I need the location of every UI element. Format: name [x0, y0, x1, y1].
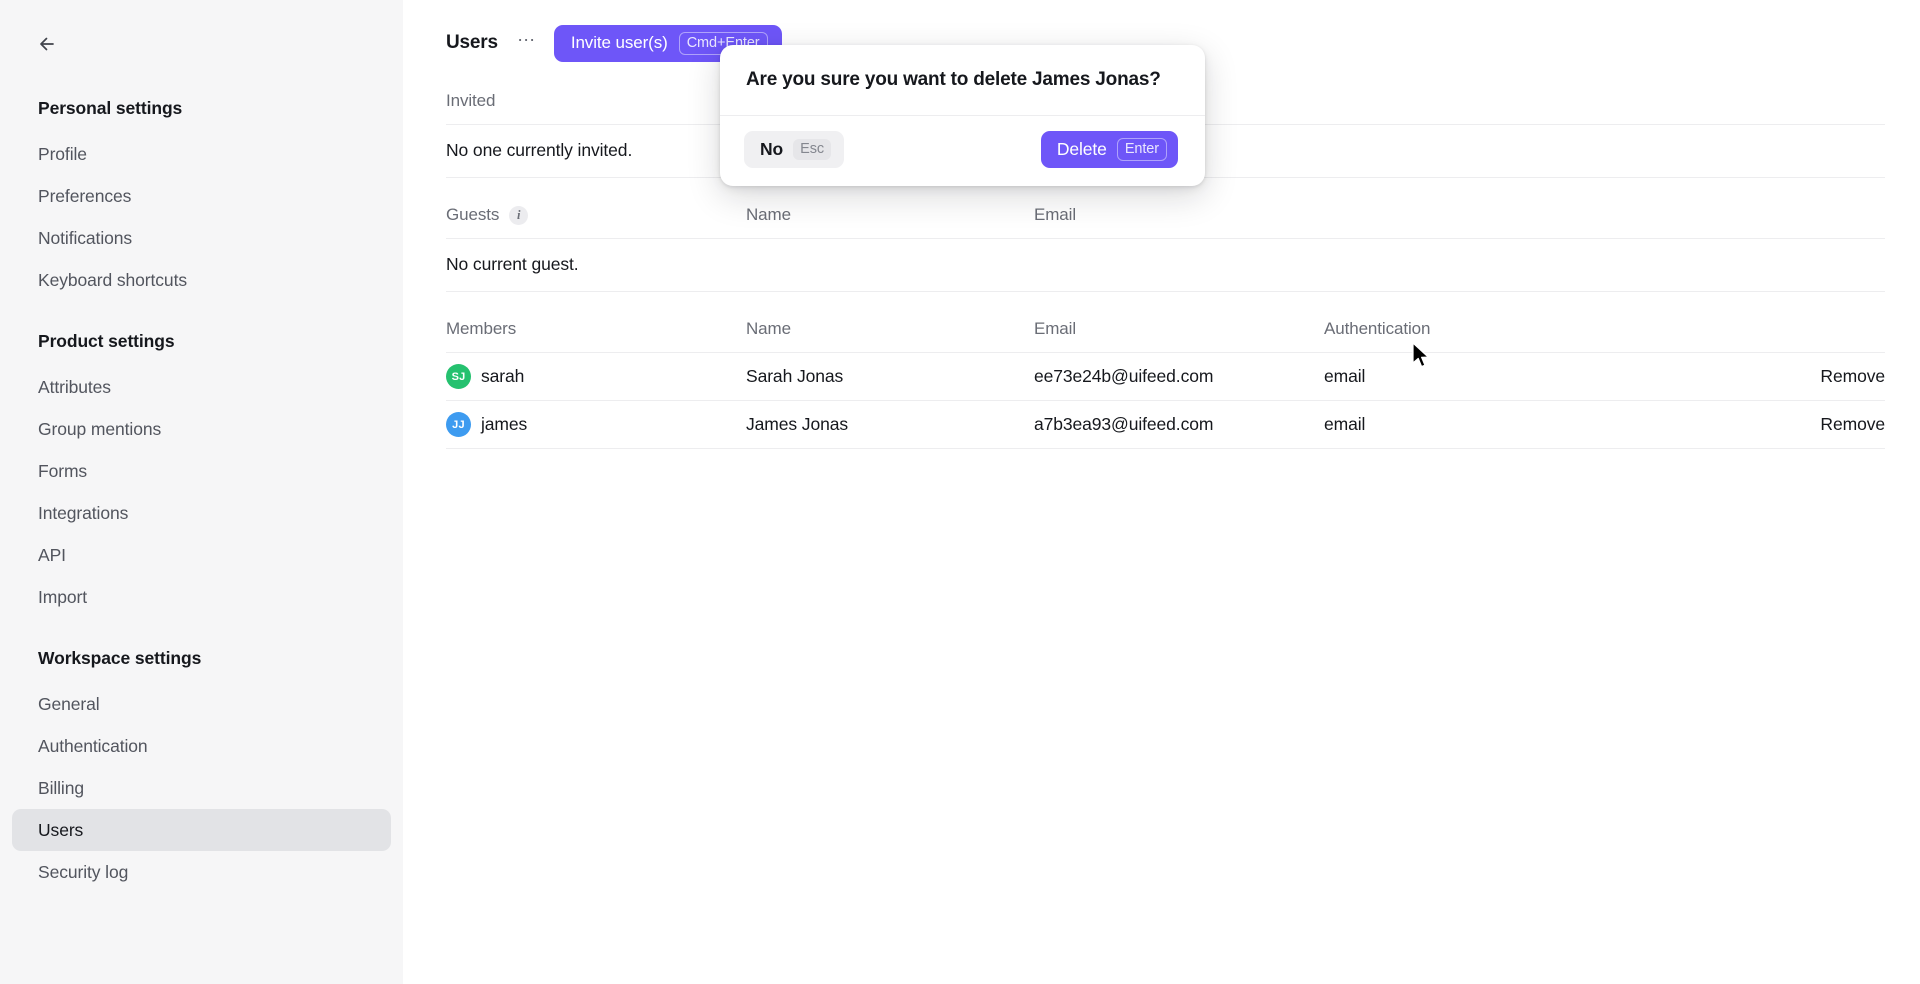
member-name: James Jonas [746, 414, 849, 434]
members-section: Members Name Email Authentication SJ sar… [446, 319, 1885, 449]
sidebar-item-label: Forms [38, 461, 88, 481]
table-row[interactable]: JJ james James Jonas a7b3ea93@uifeed.com… [446, 401, 1885, 449]
remove-member-button[interactable]: Remove [1820, 414, 1885, 434]
settings-page: Personal settings Profile Preferences No… [0, 0, 1920, 984]
nav-group-product-settings: Product settings Attributes Group mentio… [12, 331, 391, 618]
nav-group-title: Workspace settings [38, 648, 202, 668]
cancel-button-label: No [760, 139, 784, 160]
sidebar-item-label: Integrations [38, 503, 129, 523]
sidebar-item-profile[interactable]: Profile [12, 133, 391, 175]
confirm-delete-button[interactable]: Delete Enter [1040, 131, 1178, 169]
sidebar-item-label: API [38, 545, 66, 565]
guests-empty-text: No current guest. [446, 239, 1885, 292]
arrow-left-icon [36, 33, 58, 55]
sidebar-item-notifications[interactable]: Notifications [12, 217, 391, 259]
member-name: Sarah Jonas [746, 366, 844, 386]
invited-heading: Invited [446, 91, 496, 110]
info-icon[interactable]: i [509, 205, 529, 225]
sidebar-item-label: Attributes [38, 377, 111, 397]
member-username: sarah [481, 366, 525, 386]
members-header-row: Members Name Email Authentication [446, 319, 1885, 353]
settings-sidebar: Personal settings Profile Preferences No… [0, 0, 403, 984]
guests-header-row: Guests i Name Email [446, 205, 1885, 239]
confirm-delete-label: Delete [1056, 139, 1107, 160]
guests-column-email: Email [1034, 205, 1077, 224]
sidebar-item-api[interactable]: API [12, 534, 391, 576]
member-username: james [481, 414, 528, 434]
sidebar-item-label: Security log [38, 862, 129, 882]
sidebar-item-label: Users [38, 820, 84, 840]
sidebar-item-label: Profile [38, 144, 87, 164]
delete-confirmation-dialog: Are you sure you want to delete James Jo… [720, 45, 1205, 187]
members-column-authentication: Authentication [1324, 319, 1431, 338]
guests-column-name: Name [746, 205, 791, 224]
sidebar-item-label: Preferences [38, 186, 132, 206]
sidebar-item-users[interactable]: Users [12, 809, 391, 851]
member-authentication: email [1324, 414, 1366, 434]
sidebar-item-integrations[interactable]: Integrations [12, 492, 391, 534]
members-column-email: Email [1034, 319, 1077, 338]
ellipsis-icon[interactable]: ⋯ [514, 30, 540, 56]
nav-group-title: Personal settings [38, 98, 183, 118]
cancel-button-shortcut: Esc [793, 139, 832, 161]
sidebar-item-group-mentions[interactable]: Group mentions [12, 408, 391, 450]
sidebar-item-preferences[interactable]: Preferences [12, 175, 391, 217]
sidebar-item-billing[interactable]: Billing [12, 767, 391, 809]
member-email: ee73e24b@uifeed.com [1034, 366, 1214, 386]
sidebar-item-label: Import [38, 587, 87, 607]
confirm-delete-shortcut: Enter [1116, 138, 1167, 162]
nav-group-personal-settings: Personal settings Profile Preferences No… [12, 98, 391, 301]
dialog-actions: No Esc Delete Enter [720, 116, 1205, 186]
guests-section: Guests i Name Email No current guest. [446, 205, 1885, 292]
guests-heading: Guests [446, 205, 500, 224]
sidebar-item-authentication[interactable]: Authentication [12, 725, 391, 767]
page-title: Users [446, 32, 498, 53]
avatar: SJ [446, 364, 471, 389]
table-row[interactable]: SJ sarah Sarah Jonas ee73e24b@uifeed.com… [446, 353, 1885, 401]
members-column-name: Name [746, 319, 791, 338]
sidebar-item-keyboard-shortcuts[interactable]: Keyboard shortcuts [12, 259, 391, 301]
nav-group-workspace-settings: Workspace settings General Authenticatio… [12, 648, 391, 893]
member-email: a7b3ea93@uifeed.com [1034, 414, 1214, 434]
sidebar-item-attributes[interactable]: Attributes [12, 366, 391, 408]
back-button[interactable] [27, 24, 67, 64]
member-authentication: email [1324, 366, 1366, 386]
dialog-message: Are you sure you want to delete James Jo… [720, 45, 1205, 117]
sidebar-item-security-log[interactable]: Security log [12, 851, 391, 893]
sidebar-item-label: General [38, 694, 100, 714]
sidebar-item-forms[interactable]: Forms [12, 450, 391, 492]
sidebar-item-label: Notifications [38, 228, 133, 248]
cancel-button[interactable]: No Esc [744, 131, 845, 169]
sidebar-item-label: Group mentions [38, 419, 162, 439]
nav-group-title: Product settings [38, 331, 175, 351]
remove-member-button[interactable]: Remove [1820, 366, 1885, 386]
sidebar-item-general[interactable]: General [12, 683, 391, 725]
sidebar-item-import[interactable]: Import [12, 576, 391, 618]
sidebar-nav: Personal settings Profile Preferences No… [0, 98, 403, 893]
invite-users-label: Invite user(s) [570, 33, 668, 52]
sidebar-item-label: Billing [38, 778, 84, 798]
members-heading: Members [446, 319, 517, 338]
avatar: JJ [446, 412, 471, 437]
sidebar-item-label: Authentication [38, 736, 148, 756]
sidebar-item-label: Keyboard shortcuts [38, 270, 187, 290]
